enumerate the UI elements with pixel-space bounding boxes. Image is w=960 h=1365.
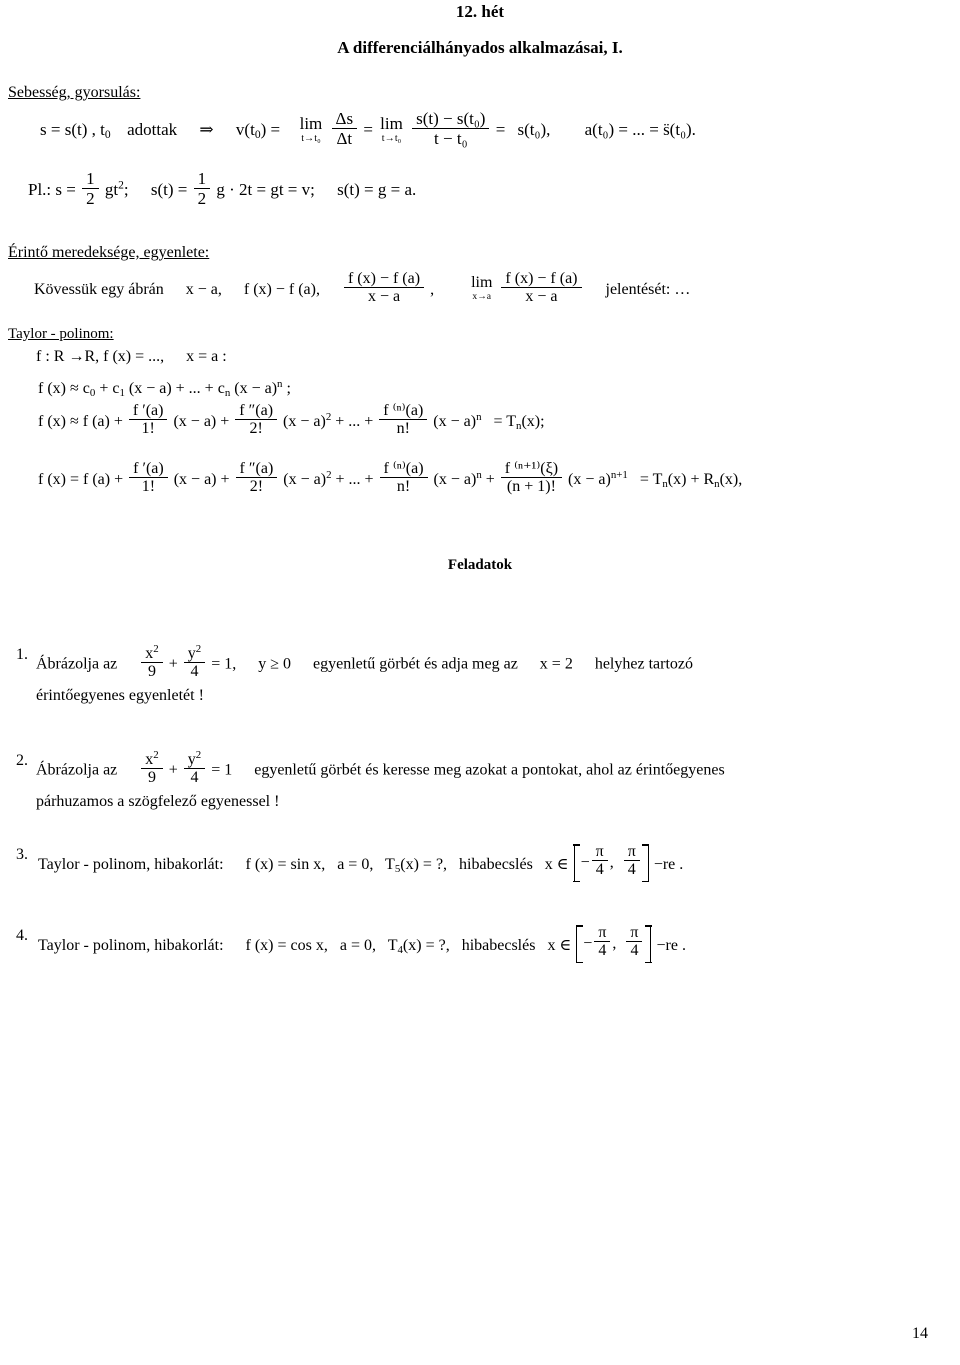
interval-bracket-3: − π 4 , π 4 [573, 843, 650, 883]
tangent-lead: Kövessük egy ábrán [34, 280, 164, 298]
fraction-x-squared-over-9: x2 9 [141, 643, 163, 681]
taylor-domain-line: f : R →R, f (x) = ..., x = a : [36, 348, 227, 366]
gt-squared: gt2; [104, 178, 129, 200]
section-heading-taylor: Taylor - polinom: [8, 326, 114, 342]
exercise-4-body: Taylor - polinom, hibakorlát: f (x) = co… [38, 924, 686, 965]
implies-symbol: ⇒ [199, 120, 214, 140]
limit-operator-2: lim t→t₀ [380, 113, 403, 144]
fraction-x-squared-over-9-b: x2 9 [141, 749, 163, 787]
velocity-given: adottak [127, 120, 178, 140]
exercise-4-function: f (x) = cos x, [245, 936, 328, 954]
taylor-domain: f : R →R, f (x) = ..., [36, 348, 165, 365]
formula-tangent-slope: Kövessük egy ábrán x − a, f (x) − f (a),… [34, 270, 691, 308]
fraction-y-squared-over-4-b: y2 4 [183, 749, 206, 787]
s-dot-equals: s(t) = [150, 180, 188, 200]
fraction-one-half-b: 1 2 [193, 169, 211, 208]
s-dot-t0: s(t₀), [517, 120, 551, 140]
exercise-4-taylor-order: T4(x) = ?, [387, 936, 450, 956]
exercise-3-taylor-order: T5(x) = ?, [385, 855, 448, 875]
fraction-lagrange-remainder: f ⁽ⁿ⁺¹⁾(ξ) (n + 1)! [500, 460, 563, 496]
acceleration-definition: a(t₀) = ... = s̈(t₀). [584, 120, 696, 140]
fraction-nth-derivative-over-nfact: f ⁽ⁿ⁾(a) n! [379, 402, 428, 438]
exercise-1-line2: érintőegyenes egyenletét ! [36, 687, 204, 704]
fraction-pi-over-4-left-4: π 4 [594, 924, 611, 960]
g-2t-equals-v: g · 2t = gt = v; [216, 180, 315, 200]
exercises-heading: Feladatok [447, 557, 513, 573]
exercise-3-function: f (x) = sin x, [245, 855, 326, 873]
interval-bracket-4: − π 4 , π 4 [575, 924, 653, 964]
exercise-1-number: 1. [16, 646, 28, 663]
exercise-1-condition: y ≥ 0 [258, 655, 291, 673]
fraction-pi-over-4-right-3: π 4 [623, 843, 640, 879]
exercise-3-number: 3. [16, 846, 28, 863]
velocity-v-label: v(t0) = [235, 120, 281, 142]
exercise-3-center: a = 0, [337, 855, 374, 873]
page-title-week: 12. hét [455, 2, 505, 21]
s-doubledot-equals-g: s(t) = g = a. [337, 180, 417, 200]
page-title-main: A differenciálhányados alkalmazásai, I. [337, 38, 623, 57]
taylor-coefficient-approximation: f (x) ≈ c0 + c1 (x − a) + ... + cn (x − … [38, 378, 291, 399]
exercise-4-number: 4. [16, 927, 28, 944]
equals-1: = [363, 120, 373, 140]
taylor-full-lhs: f (x) = f (a) + [38, 470, 124, 488]
fraction-second-derivative-over-2fact-b: f ″(a) 2! [235, 460, 278, 496]
taylor-polynomial-formula: f (x) ≈ f (a) + f ′(a) 1! (x − a) + f ″(… [38, 402, 545, 438]
comma-separator: , [430, 280, 435, 298]
limit-operator-tangent: lim x→a [471, 273, 493, 302]
section-heading-velocity: Sebesség, gyorsulás: [8, 84, 141, 101]
exercise-3-body: Taylor - polinom, hibakorlát: f (x) = si… [38, 843, 683, 884]
fraction-pi-over-4-left-3: π 4 [591, 843, 608, 879]
fraction-difference-quotient: s(t) − s(t₀) t − t₀ [412, 109, 490, 148]
taylor-tn-lhs: f (x) ≈ f (a) + [38, 412, 123, 430]
formula-velocity-definition: s = s(t) , t0 adottak ⇒ v(t0) = lim t→t₀… [40, 109, 696, 150]
exercise-2-number: 2. [16, 752, 28, 769]
fraction-delta-s-over-delta-t: Δs Δt [331, 109, 358, 148]
fraction-difference-quotient-tangent: f (x) − f (a) x − a [343, 270, 425, 306]
equals-2: = [495, 120, 506, 140]
fraction-second-derivative-over-2fact: f ″(a) 2! [235, 402, 278, 438]
exercise-2-body: Ábrázolja az x2 9 + y2 4 = 1 egyenletű g… [36, 749, 725, 787]
exercise-2-line2: párhuzamos a szögfelező egyenessel ! [36, 793, 280, 810]
fraction-first-derivative-over-1fact: f ′(a) 1! [128, 402, 168, 438]
exercise-1-point: x = 2 [539, 655, 573, 673]
taylor-formula-with-remainder: f (x) = f (a) + f ′(a) 1! (x − a) + f ″(… [38, 460, 743, 496]
taylor-full-rhs: = Tn(x) + Rn(x), [639, 470, 743, 490]
tangent-trailing-text: jelentését: … [605, 280, 691, 298]
velocity-lhs: s = s(t) , t0 [40, 120, 111, 142]
exercise-4-center: a = 0, [339, 936, 376, 954]
limit-operator-1: lim t→t₀ [299, 113, 323, 144]
taylor-tn-rhs: = Tn(x); [493, 412, 545, 432]
fraction-y-squared-over-4: y2 4 [183, 643, 206, 681]
exercise-1-body: Ábrázolja az x2 9 + y2 4 = 1, y ≥ 0 egye… [36, 643, 693, 681]
fraction-nth-derivative-over-nfact-b: f ⁽ⁿ⁾(a) n! [379, 460, 428, 496]
fraction-one-half-a: 1 2 [82, 169, 99, 208]
tangent-item-x-minus-a: x − a, [185, 280, 222, 298]
document-page: 12. hét A differenciálhányados alkalmazá… [0, 0, 960, 1365]
fraction-pi-over-4-right-4: π 4 [626, 924, 643, 960]
section-heading-tangent: Érintő meredeksége, egyenlete: [8, 244, 210, 261]
page-number: 14 [912, 1325, 928, 1342]
tangent-item-fx-minus-fa: f (x) − f (a), [243, 280, 320, 298]
fraction-first-derivative-over-1fact-b: f ′(a) 1! [129, 460, 168, 496]
taylor-expansion-point: x = a : [186, 348, 227, 365]
fraction-limit-difference-quotient: f (x) − f (a) x − a [501, 270, 582, 306]
example-prefix: Pl.: s = [28, 180, 76, 200]
formula-velocity-example: Pl.: s = 1 2 gt2; s(t) = 1 2 g · 2t = gt… [28, 169, 417, 210]
